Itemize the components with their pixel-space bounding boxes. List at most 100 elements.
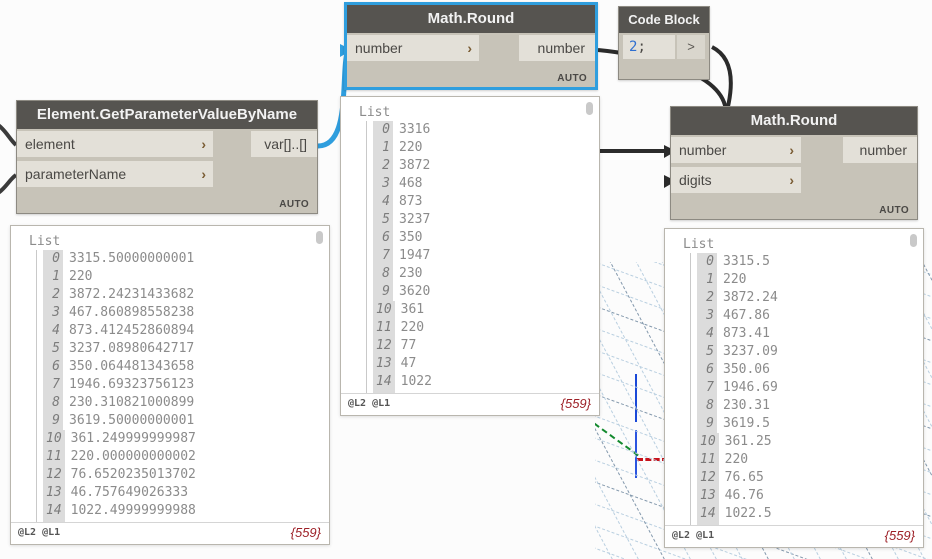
dynamo-graph-canvas[interactable]: Math.Round number › number AUTO Code Blo… (0, 0, 932, 559)
node-footer: AUTO (671, 195, 917, 219)
list-item-index: 10 (697, 433, 719, 451)
port-row: parameterName › (17, 159, 317, 189)
preview-list-label: List (29, 234, 61, 249)
list-item-index: 10 (373, 301, 395, 319)
preview-panel-middle[interactable]: List 0 3316 1 220 2 3872 3 468 4 873 5 3237 6 350 7 194… (340, 96, 600, 416)
list-item: 7 1946.69323756123 (43, 376, 329, 394)
list-item-value: 77 (400, 338, 417, 353)
input-port-parameter-name[interactable]: parameterName › (17, 161, 213, 187)
list-item-value: 220.000000000002 (70, 449, 196, 464)
preview-rows: 0 3315.5 1 220 2 3872.24 3 467.86 4 873.41 5 3237.0… (690, 253, 923, 525)
preview-footer: @L2 @L1 {559} (341, 393, 599, 415)
list-item-index: 11 (373, 319, 395, 337)
preview-list-label: List (359, 105, 391, 120)
list-item-index: 8 (697, 397, 717, 415)
node-math-round-top[interactable]: Math.Round number › number AUTO (344, 2, 598, 90)
list-item-value: 3237.09 (723, 344, 778, 359)
list-item: 5 3237 (373, 211, 599, 229)
preview-count-badge: {559} (884, 528, 915, 543)
auto-badge: AUTO (557, 73, 587, 84)
list-item: 12 77 (373, 337, 599, 355)
list-item-value: 1946.69 (723, 380, 778, 395)
list-item: 1 220 (697, 271, 923, 289)
list-item-value: 467.860898558238 (69, 305, 195, 320)
input-port-digits[interactable]: digits › (671, 167, 801, 193)
list-item: 7 1946.69 (697, 379, 923, 397)
list-item-index: 4 (373, 193, 393, 211)
list-item-value: 350.064481343658 (69, 359, 195, 374)
output-port-number[interactable]: number (519, 35, 595, 61)
output-port-number[interactable]: number (843, 137, 917, 163)
list-item-value: 361.249999999987 (70, 431, 196, 446)
list-item-value: 3619.5 (723, 416, 770, 431)
preview-content: List 0 3315.50000000001 1 220 2 3872.24231433… (11, 226, 329, 522)
input-port-label: number (679, 142, 727, 158)
list-item-value: 3237 (399, 212, 431, 227)
list-item-index: 12 (697, 469, 719, 487)
input-port-number[interactable]: number › (671, 137, 801, 163)
preview-list-label: List (683, 237, 715, 252)
output-port-var[interactable]: var[]..[] (251, 131, 317, 157)
chevron-right-icon: › (789, 142, 794, 158)
preview-panel-right[interactable]: List 0 3315.5 1 220 2 3872.24 3 467.86 4 873.41 5 3… (664, 228, 924, 548)
code-block-editor[interactable]: 2; (623, 35, 675, 59)
list-item: 2 3872 (373, 157, 599, 175)
list-item: 5 3237.08980642717 (43, 340, 329, 358)
input-port-number[interactable]: number › (347, 35, 479, 61)
list-item-index: 6 (43, 358, 63, 376)
node-math-round-right[interactable]: Math.Round number › number digits › AUTO (670, 106, 918, 220)
list-item-value: 467.86 (723, 308, 770, 323)
preview-lacing-label: @L2 @L1 (348, 398, 391, 409)
list-item-value: 46.757649026333 (70, 485, 189, 500)
list-item-index: 9 (373, 283, 393, 301)
port-row: digits › (671, 165, 917, 195)
input-port-element[interactable]: element › (17, 131, 213, 157)
node-title: Code Block (619, 7, 709, 33)
list-item: 1 220 (373, 139, 599, 157)
node-title: Element.GetParameterValueByName (17, 101, 317, 129)
list-item-index: 6 (373, 229, 393, 247)
list-item: 6 350.06 (697, 361, 923, 379)
list-item-index: 2 (697, 289, 717, 307)
list-item-value: 3619.50000000001 (69, 413, 195, 428)
node-title: Math.Round (671, 107, 917, 135)
preview-content: List 0 3316 1 220 2 3872 3 468 4 873 5 3237 6 350 7 194… (341, 97, 599, 393)
list-item-value: 220 (399, 140, 423, 155)
preview-count-badge: {559} (560, 396, 591, 411)
list-item-value: 3315.5 (723, 254, 770, 269)
node-body: number › number AUTO (347, 33, 595, 87)
node-body: 2; > (619, 33, 709, 61)
list-item-index: 0 (43, 250, 63, 268)
list-item: 3 468 (373, 175, 599, 193)
auto-badge: AUTO (279, 199, 309, 210)
list-item-index: 9 (697, 415, 717, 433)
list-item-value: 3620 (399, 284, 431, 299)
list-item: 11 220 (697, 451, 923, 469)
list-item: 0 3315.50000000001 (43, 250, 329, 268)
node-footer: AUTO (17, 189, 317, 213)
list-item-value: 3315.50000000001 (69, 251, 195, 266)
list-item-value: 220 (724, 452, 749, 467)
port-row: element › var[]..[] (17, 129, 317, 159)
input-port-label: number (355, 40, 403, 56)
node-element-get-parameter-value-by-name[interactable]: Element.GetParameterValueByName element … (16, 100, 318, 214)
auto-badge: AUTO (879, 205, 909, 216)
preview-panel-left[interactable]: List 0 3315.50000000001 1 220 2 3872.24231433… (10, 225, 330, 545)
list-item: 2 3872.24 (697, 289, 923, 307)
port-row: number › number (347, 33, 595, 63)
output-port-code-block[interactable]: > (677, 35, 705, 59)
preview-footer: @L2 @L1 {559} (11, 522, 329, 544)
list-item: 4 873.41 (697, 325, 923, 343)
node-title: Math.Round (347, 5, 595, 33)
axis-y-line (595, 417, 639, 457)
list-item-value: 220 (723, 272, 747, 287)
input-port-label: parameterName (25, 166, 127, 182)
list-item-value: 46.76 (724, 488, 764, 503)
list-item-value: 350.06 (723, 362, 770, 377)
list-item: 3 467.86 (697, 307, 923, 325)
list-item-value: 1947 (399, 248, 431, 263)
list-item-index: 1 (697, 271, 717, 289)
list-item-index: 7 (373, 247, 393, 265)
node-code-block[interactable]: Code Block 2; > (618, 6, 710, 80)
list-item-value: 47 (400, 356, 417, 371)
